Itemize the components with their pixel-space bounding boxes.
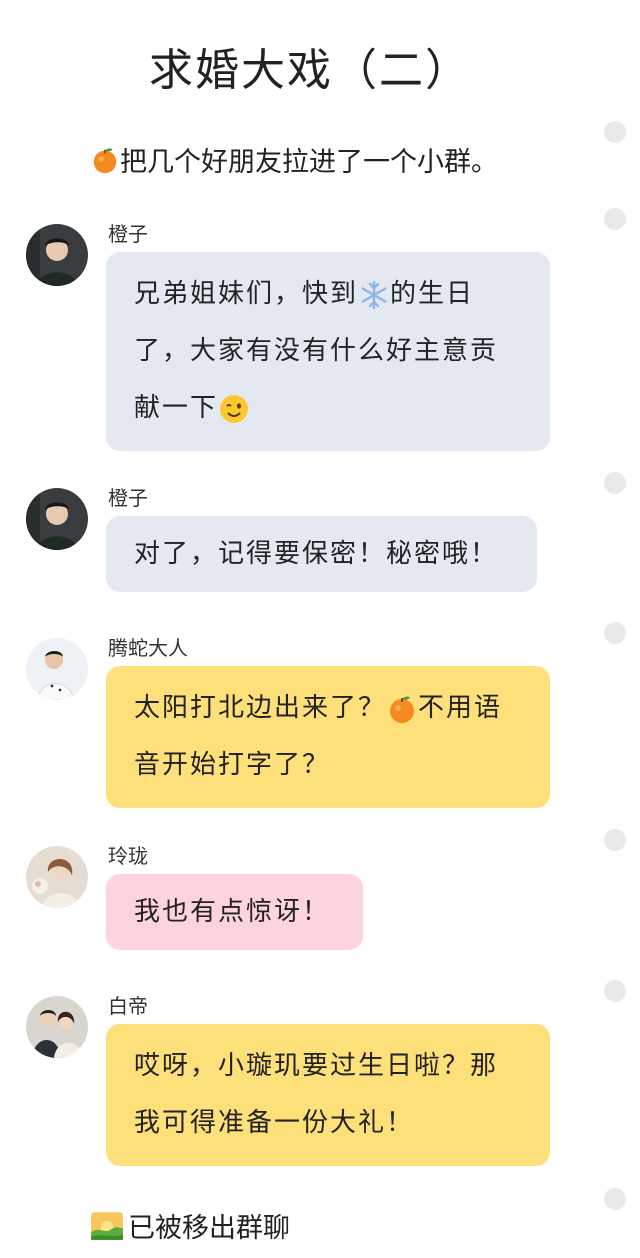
- couple-photo-icon: [26, 996, 88, 1058]
- scroll-dot: [604, 829, 626, 851]
- message-bubble[interactable]: 哎呀，小璇玑要过生日啦？那我可得准备一份大礼！: [106, 1024, 550, 1166]
- footer-note-text: 已被移出群聊: [128, 1213, 290, 1244]
- sunrise-icon: [91, 1211, 123, 1240]
- sender-name: 玲珑: [108, 844, 148, 868]
- message-text: 兄弟姐妹们，快到: [134, 279, 359, 309]
- message-text: 对了，记得要保密！秘密哦！: [134, 539, 499, 569]
- young-man-portrait-icon: [26, 224, 88, 286]
- message-bubble[interactable]: 对了，记得要保密！秘密哦！: [106, 516, 537, 592]
- man-white-shirt-icon: [26, 638, 88, 700]
- message-text: 我也有点惊讶！: [134, 897, 331, 927]
- sender-name: 白帝: [108, 994, 148, 1018]
- woman-with-flowers-icon: [26, 846, 88, 908]
- intro-note: 把几个好朋友拉进了一个小群。: [90, 140, 498, 179]
- orange-icon: [93, 147, 117, 173]
- intro-note-text: 把几个好朋友拉进了一个小群。: [120, 147, 498, 178]
- sender-name: 橙子: [108, 222, 148, 246]
- young-man-portrait-icon: [26, 488, 88, 550]
- scroll-dot: [604, 622, 626, 644]
- avatar[interactable]: [26, 224, 88, 286]
- sender-name: 橙子: [108, 486, 148, 510]
- scroll-dot: [604, 1188, 626, 1210]
- snowflake-icon: [361, 280, 387, 309]
- orange-icon: [390, 696, 415, 723]
- avatar[interactable]: [26, 996, 88, 1058]
- avatar[interactable]: [26, 638, 88, 700]
- avatar[interactable]: [26, 846, 88, 908]
- scroll-dot: [604, 121, 626, 143]
- message-bubble[interactable]: 兄弟姐妹们，快到 的生日了，大家有没有什么好主意贡献一下: [106, 252, 550, 451]
- scroll-dot: [604, 472, 626, 494]
- avatar[interactable]: [26, 488, 88, 550]
- sender-name: 腾蛇大人: [108, 636, 188, 660]
- scroll-dot: [604, 208, 626, 230]
- message-text: 哎呀，小璇玑要过生日啦？那我可得准备一份大礼！: [134, 1051, 499, 1138]
- scroll-dot: [604, 980, 626, 1002]
- message-text: 太阳打北边出来了？: [134, 693, 387, 723]
- footer-note: 已被移出群聊: [90, 1206, 290, 1245]
- message-bubble[interactable]: 我也有点惊讶！: [106, 874, 363, 950]
- page-title: 求婚大戏（二）: [149, 45, 471, 96]
- winking-face-icon: [220, 394, 249, 423]
- message-bubble[interactable]: 太阳打北边出来了？ 不用语音开始打字了？: [106, 666, 550, 808]
